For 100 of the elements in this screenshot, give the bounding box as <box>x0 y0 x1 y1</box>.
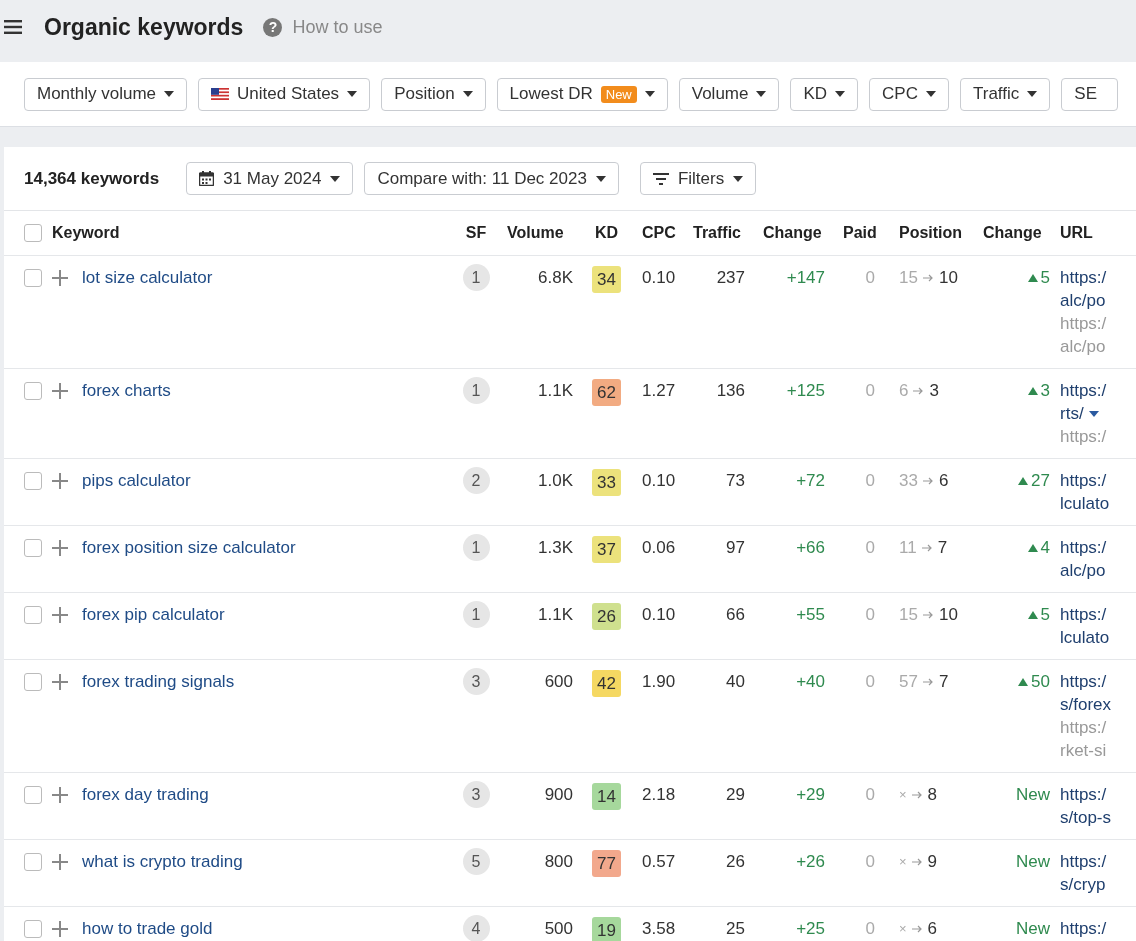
add-icon[interactable] <box>52 539 68 556</box>
column-header[interactable]: Traffic <box>693 224 741 242</box>
keyword-link[interactable]: lot size calculator <box>82 266 213 289</box>
url-link[interactable]: https:/ <box>1060 603 1107 626</box>
column-header[interactable]: Position <box>899 224 963 242</box>
serp-features-badge[interactable]: 1 <box>462 264 490 291</box>
url-link[interactable]: https:/ <box>1060 266 1107 289</box>
row-checkbox[interactable] <box>24 471 42 490</box>
url-link[interactable]: https:/ <box>1060 783 1107 806</box>
column-header[interactable]: Paid <box>843 224 877 242</box>
keyword-link[interactable]: forex trading signals <box>82 670 235 693</box>
url-link[interactable]: https:/ <box>1060 536 1107 559</box>
filter-dropdown[interactable]: United States <box>198 77 371 111</box>
add-icon[interactable] <box>52 606 68 623</box>
position-change: 3 <box>1040 380 1050 402</box>
filter-dropdown[interactable]: Lowest DR New <box>496 77 668 111</box>
row-checkbox[interactable] <box>24 268 42 287</box>
url-link[interactable]: lculato <box>1060 492 1110 515</box>
traffic-cell-text: 25 <box>726 918 745 940</box>
column-header[interactable]: Change <box>983 224 1042 242</box>
page-title: Organic keywords <box>44 13 244 41</box>
arrow-icon <box>911 790 923 799</box>
row-checkbox[interactable] <box>24 672 42 691</box>
up-triangle-icon <box>1027 386 1038 395</box>
new-label: New <box>1016 784 1050 806</box>
column-header[interactable]: SF <box>465 224 487 242</box>
url-link[interactable]: rts/ <box>1060 402 1084 425</box>
add-icon[interactable] <box>52 853 68 870</box>
add-icon[interactable] <box>52 920 68 937</box>
row-checkbox[interactable] <box>24 785 42 804</box>
menu-icon[interactable] <box>4 20 22 34</box>
previous-position: 11 <box>899 537 917 559</box>
column-header[interactable]: KD <box>594 224 619 242</box>
filter-dropdown[interactable]: Traffic <box>960 77 1051 111</box>
keyword-link[interactable]: pips calculator <box>82 469 191 492</box>
add-icon[interactable] <box>52 786 68 803</box>
url-link[interactable]: https:/ <box>1060 917 1107 940</box>
add-icon[interactable] <box>52 382 68 399</box>
keyword-link[interactable]: what is crypto trading <box>82 850 243 873</box>
help-icon[interactable]: ? <box>263 17 283 37</box>
url-link[interactable]: https:/ <box>1060 670 1107 693</box>
current-position: 3 <box>929 380 939 402</box>
caret-icon <box>347 91 358 97</box>
keyword-link[interactable]: forex position size calculator <box>82 536 296 559</box>
add-icon[interactable] <box>52 269 68 286</box>
serp-features-badge[interactable]: 1 <box>462 534 490 561</box>
column-header[interactable]: Change <box>763 224 822 242</box>
keyword-link[interactable]: forex day trading <box>82 783 209 806</box>
difficulty-badge: 34 <box>592 266 621 293</box>
row-checkbox[interactable] <box>24 381 42 400</box>
url-link[interactable]: s/top-s <box>1060 806 1112 829</box>
filter-dropdown[interactable]: SE <box>1061 77 1118 111</box>
column-header[interactable]: URL <box>1060 224 1093 242</box>
url-link[interactable]: s/forex <box>1060 693 1112 716</box>
select-all-checkbox[interactable] <box>24 224 42 242</box>
url-link[interactable]: s/cryp <box>1060 873 1106 896</box>
add-icon[interactable] <box>52 673 68 690</box>
serp-features-badge[interactable]: 3 <box>462 668 490 695</box>
add-icon[interactable] <box>52 472 68 489</box>
serp-features-badge[interactable]: 3 <box>462 781 490 808</box>
serp-features-badge[interactable]: 1 <box>462 377 490 404</box>
cpc-cell-text: 0.10 <box>642 604 676 626</box>
compare-dropdown[interactable]: Compare with: 11 Dec 2023 <box>364 162 619 195</box>
up-triangle-icon <box>1027 610 1038 619</box>
caret-icon[interactable] <box>1088 410 1099 417</box>
filter-dropdown[interactable]: Monthly volume <box>24 77 188 111</box>
difficulty-badge: 19 <box>592 917 621 941</box>
url-link[interactable]: https:/ <box>1060 379 1107 402</box>
keyword-link[interactable]: how to trade gold <box>82 917 213 940</box>
difficulty-badge: 62 <box>592 379 621 406</box>
url-link[interactable]: lculato <box>1060 626 1110 649</box>
row-checkbox[interactable] <box>24 605 42 624</box>
filter-dropdown[interactable]: Position <box>381 77 486 111</box>
previous-url: https:/ <box>1060 426 1107 448</box>
serp-features-badge[interactable]: 1 <box>462 601 490 628</box>
row-checkbox[interactable] <box>24 538 42 557</box>
url-link[interactable]: https:/ <box>1060 850 1107 873</box>
url-link[interactable]: https:/ <box>1060 469 1107 492</box>
keyword-link[interactable]: forex pip calculator <box>82 603 225 626</box>
arrow-icon <box>921 543 933 552</box>
filter-dropdown[interactable]: KD <box>790 77 859 111</box>
url-link[interactable]: alc/po <box>1060 289 1106 312</box>
serp-features-badge[interactable]: 4 <box>462 915 490 941</box>
arrow-icon <box>922 610 934 619</box>
column-header[interactable]: Keyword <box>52 224 120 242</box>
filter-dropdown[interactable]: Volume <box>678 77 780 111</box>
date-dropdown[interactable]: 31 May 2024 <box>186 162 354 195</box>
serp-features-badge[interactable]: 5 <box>462 848 490 875</box>
column-header[interactable]: Volume <box>507 224 564 242</box>
url-link[interactable]: alc/po <box>1060 559 1106 582</box>
current-position: 9 <box>927 851 938 873</box>
column-header[interactable]: CPC <box>642 224 676 242</box>
filters-button[interactable]: Filters <box>639 162 757 195</box>
volume-cell-text: 800 <box>544 851 573 873</box>
row-checkbox[interactable] <box>24 852 42 871</box>
serp-features-badge[interactable]: 2 <box>462 467 490 494</box>
previous-url: https:/ <box>1060 717 1107 739</box>
filter-dropdown[interactable]: CPC <box>869 77 949 111</box>
row-checkbox[interactable] <box>24 919 42 938</box>
keyword-link[interactable]: forex charts <box>82 379 171 402</box>
